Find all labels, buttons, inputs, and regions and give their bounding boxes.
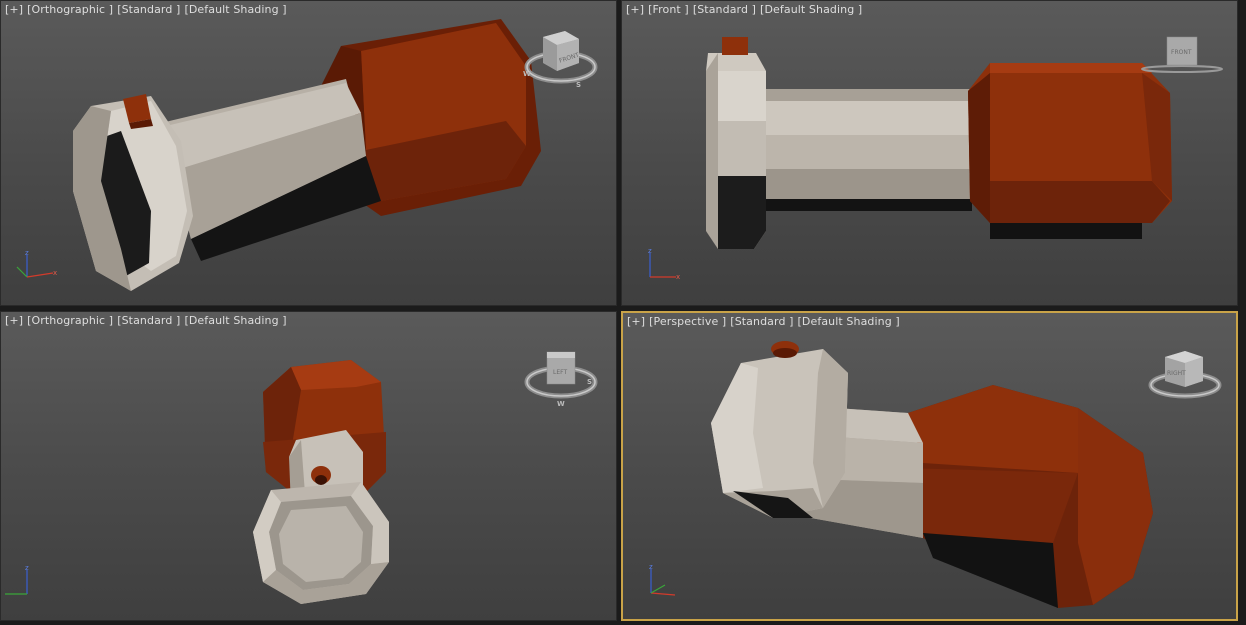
view-type-label[interactable]: [Perspective ] <box>649 315 726 328</box>
render-mode-label[interactable]: [Standard ] <box>117 314 180 327</box>
viewport-label[interactable]: [+] [Perspective ] [Standard ] [Default Sha… <box>627 315 904 328</box>
shading-mode-label[interactable]: [Default Shading ] <box>798 315 900 328</box>
render-mode-label[interactable]: [Standard ] <box>693 3 756 16</box>
shading-mode-label[interactable]: [Default Shading ] <box>184 3 286 16</box>
axis-z-label: z <box>648 247 652 255</box>
viewport-menu-button[interactable]: [+] <box>5 3 23 16</box>
viewport-label[interactable]: [+] [Front ] [Standard ] [Default Shading ] <box>626 3 866 16</box>
view-type-label[interactable]: [Orthographic ] <box>27 314 113 327</box>
viewport-menu-button[interactable]: [+] <box>5 314 23 327</box>
axis-triad: z <box>649 563 676 596</box>
compass-s: S <box>576 81 581 89</box>
viewport-menu-button[interactable]: [+] <box>626 3 644 16</box>
compass-w: W <box>523 70 531 78</box>
compass-w: W <box>557 400 565 408</box>
viewcube-face-label: LEFT <box>553 369 567 376</box>
view-type-label[interactable]: [Orthographic ] <box>27 3 113 16</box>
viewport-top-right[interactable]: [+] [Front ] [Standard ] [Default Shading ]… <box>621 0 1238 306</box>
viewport-label[interactable]: [+] [Orthographic ] [Standard ] [Default Sh… <box>5 3 291 16</box>
shading-mode-label[interactable]: [Default Shading ] <box>760 3 862 16</box>
viewcube-face-label: RIGHT <box>1167 370 1186 377</box>
render-mode-label[interactable]: [Standard ] <box>730 315 793 328</box>
viewport-bottom-right[interactable]: [+] [Perspective ] [Standard ] [Default Sha… <box>621 311 1238 621</box>
view-type-label[interactable]: [Front ] <box>648 3 689 16</box>
axis-x-label: x <box>676 273 680 281</box>
axis-z-label: z <box>25 564 29 572</box>
axis-x-label: x <box>53 269 57 277</box>
axis-triad: z <box>5 564 29 595</box>
viewcube[interactable]: FRONT W S <box>521 29 601 91</box>
viewcube[interactable]: RIGHT <box>1143 347 1223 403</box>
viewcube-face-label: FRONT <box>1171 49 1192 56</box>
viewport-menu-button[interactable]: [+] <box>627 315 645 328</box>
shading-mode-label[interactable]: [Default Shading ] <box>184 314 286 327</box>
axis-z-label: z <box>25 249 29 257</box>
viewport-label[interactable]: [+] [Orthographic ] [Standard ] [Default Sh… <box>5 314 291 327</box>
viewport-top-left[interactable]: [+] [Orthographic ] [Standard ] [Default Sh… <box>0 0 617 306</box>
viewcube[interactable]: LEFT S W <box>523 346 603 408</box>
render-mode-label[interactable]: [Standard ] <box>117 3 180 16</box>
viewcube[interactable]: FRONT <box>1140 33 1224 77</box>
compass-s: S <box>587 378 592 386</box>
axis-triad: z x <box>648 247 680 281</box>
viewport-bottom-left[interactable]: [+] [Orthographic ] [Standard ] [Default Sh… <box>0 311 617 621</box>
axis-z-label: z <box>649 563 653 571</box>
axis-triad: z x <box>16 249 57 278</box>
